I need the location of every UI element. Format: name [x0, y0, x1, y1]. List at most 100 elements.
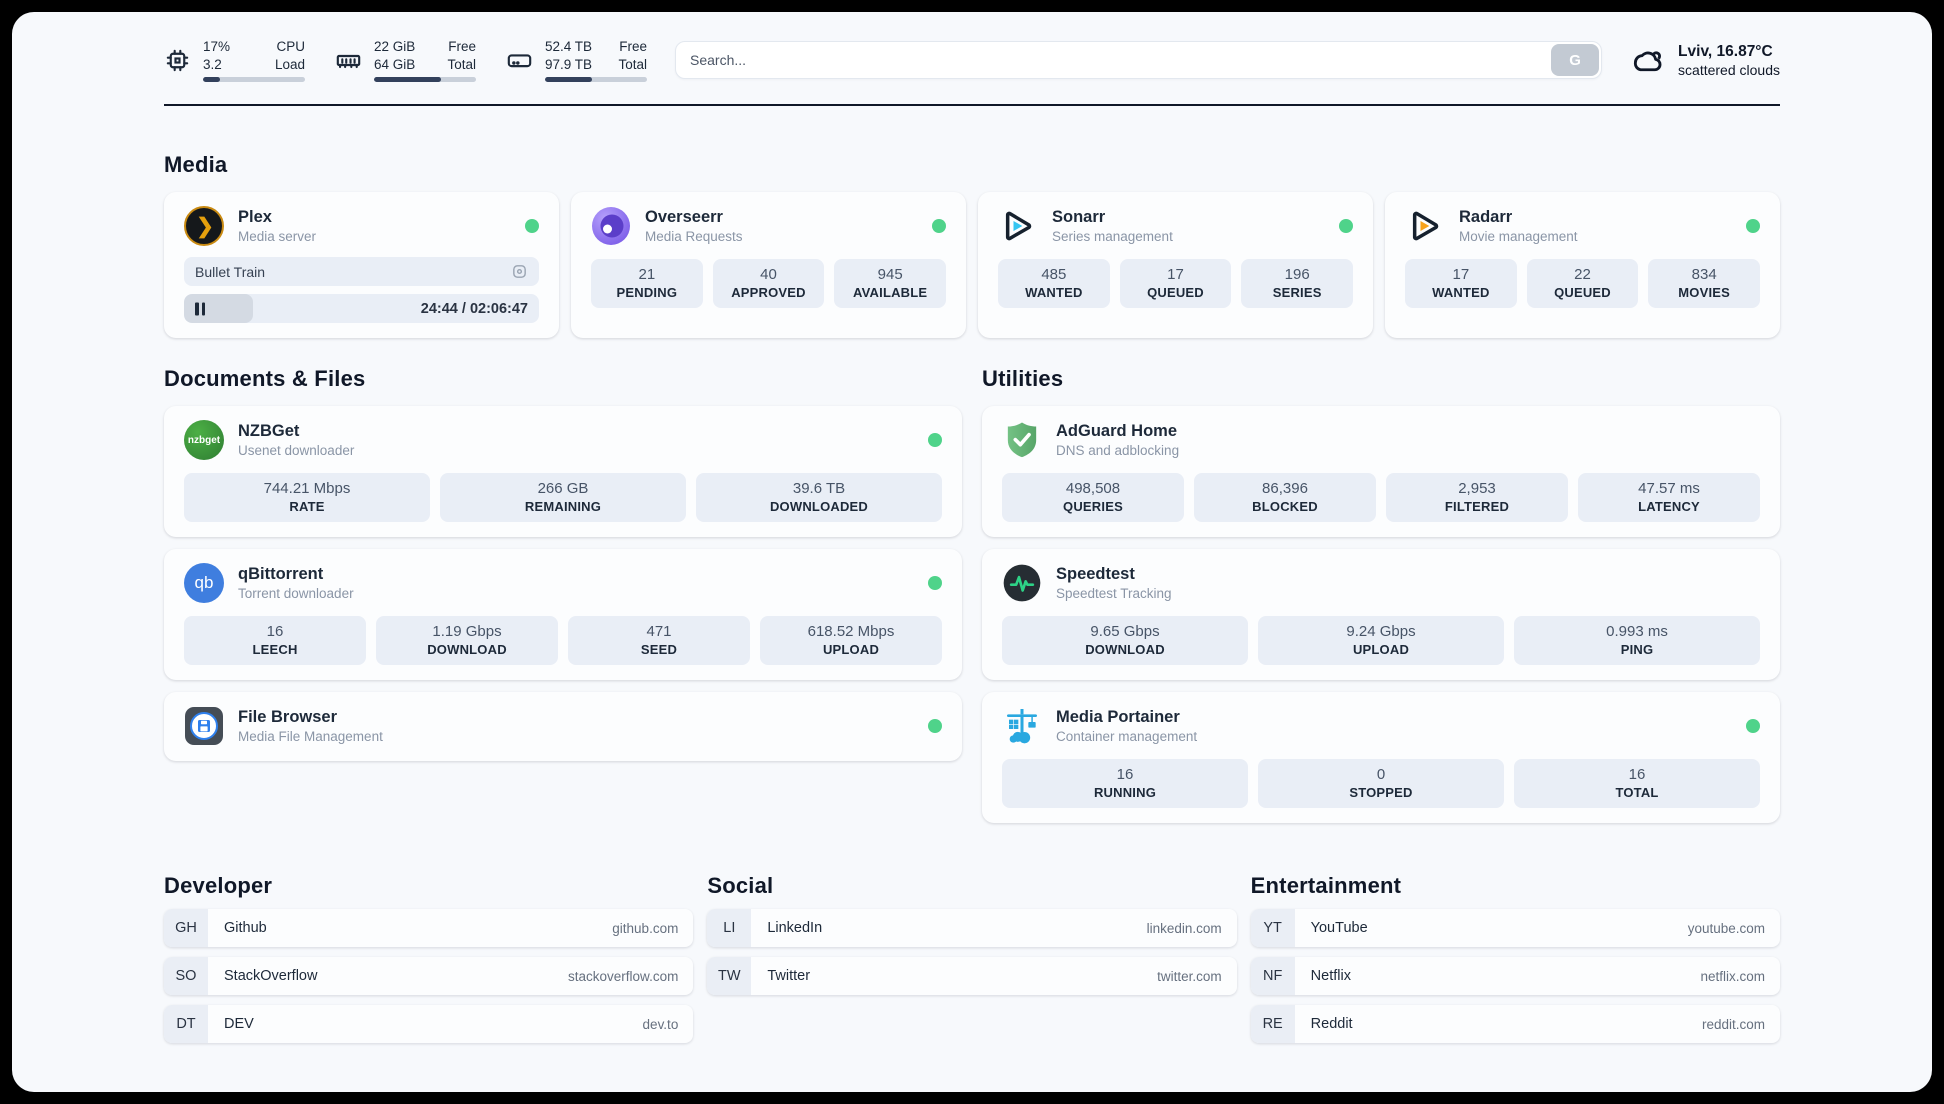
- app-card-filebrowser[interactable]: File Browser Media File Management: [164, 692, 962, 762]
- link-reddit[interactable]: RE Reddit reddit.com: [1250, 1005, 1780, 1044]
- app-card-portainer[interactable]: Media Portainer Container management 16 R…: [982, 692, 1780, 824]
- ram-icon: [336, 54, 361, 68]
- section-title-media: Media: [164, 152, 228, 178]
- disk-free-value: 52.4 TB: [545, 39, 593, 54]
- radarr-icon: [1405, 206, 1445, 246]
- disk-label-2: Total: [618, 56, 647, 72]
- app-subtitle-adguard: DNS and adblocking: [1056, 443, 1180, 459]
- link-name: Netflix: [1310, 968, 1351, 985]
- link-badge: DT: [164, 1005, 208, 1044]
- search-bar: G: [675, 41, 1603, 80]
- app-subtitle-sonarr: Series management: [1052, 229, 1173, 245]
- app-title-portainer: Media Portainer: [1056, 708, 1180, 727]
- stat-upload: 9.24 Gbps UPLOAD: [1258, 616, 1504, 666]
- section-title-utilities: Utilities: [982, 366, 1064, 392]
- app-card-qbittorrent[interactable]: qb qBittorrent Torrent downloader 16 LEEC…: [164, 549, 962, 681]
- stat-seed: 471 SEED: [568, 616, 750, 666]
- link-badge: RE: [1250, 1005, 1295, 1044]
- app-title-adguard: AdGuard Home: [1056, 422, 1178, 441]
- app-card-nzbget[interactable]: nzbget NZBGet Usenet downloader 744.21 M…: [164, 406, 962, 538]
- cpu-label-2: Load: [274, 56, 305, 72]
- link-group-developer: Developer GH Github github.com SO StackO…: [164, 873, 694, 1044]
- nzbget-icon: nzbget: [184, 420, 224, 461]
- ram-stat: 22 GiB 64 GiB Free Total: [335, 38, 476, 83]
- link-url: youtube.com: [1687, 920, 1765, 936]
- search-input[interactable]: [675, 41, 1603, 80]
- cpu-progress-bar: [203, 77, 305, 83]
- link-badge: LI: [707, 909, 752, 948]
- cpu-label-1: CPU: [276, 39, 305, 54]
- link-name: Github: [224, 920, 267, 937]
- qbittorrent-icon: qb: [184, 563, 224, 604]
- app-card-overseerr[interactable]: Overseerr Media Requests 21 PENDING 40 APP…: [571, 192, 966, 339]
- ram-progress-bar: [374, 77, 476, 83]
- app-card-adguard[interactable]: AdGuard Home DNS and adblocking 498,508 Q…: [982, 406, 1780, 538]
- stat-remaining: 266 GB REMAINING: [440, 473, 686, 523]
- section-title-entertainment: Entertainment: [1250, 873, 1402, 899]
- sonarr-icon: [998, 206, 1038, 246]
- app-card-speedtest[interactable]: Speedtest Speedtest Tracking 9.65 Gbps DO…: [982, 549, 1780, 681]
- link-youtube[interactable]: YT YouTube youtube.com: [1250, 909, 1780, 948]
- adguard-icon: [1002, 420, 1042, 460]
- app-title-filebrowser: File Browser: [238, 708, 338, 727]
- app-title-radarr: Radarr: [1459, 208, 1513, 227]
- cpu-percent: 17%: [203, 39, 231, 54]
- stat-rate: 744.21 Mbps RATE: [184, 473, 430, 523]
- app-card-plex[interactable]: ❯ Plex Media server Bullet Train 24:44 /…: [164, 192, 559, 339]
- link-name: YouTube: [1310, 920, 1368, 937]
- system-stats: 17% 3.2 CPU Load 22 GiB 64 GiB Free Tota…: [164, 38, 647, 83]
- stat-stopped: 0 STOPPED: [1258, 759, 1504, 809]
- app-subtitle-filebrowser: Media File Management: [238, 729, 383, 745]
- dashboard-page: 17% 3.2 CPU Load 22 GiB 64 GiB Free Tota…: [12, 12, 1932, 1092]
- link-group-social: Social LI LinkedIn linkedin.com TW Twitt…: [707, 873, 1237, 1043]
- now-playing-title: Bullet Train: [195, 263, 266, 280]
- session-screen-icon[interactable]: [511, 263, 528, 280]
- stat-filtered: 2,953 FILTERED: [1386, 473, 1568, 523]
- speedtest-icon: [1002, 563, 1042, 603]
- disk-progress-bar: [545, 77, 647, 83]
- app-title-plex: Plex: [238, 208, 272, 227]
- link-stackoverflow[interactable]: SO StackOverflow stackoverflow.com: [164, 957, 694, 996]
- stat-approved: 40 APPROVED: [712, 259, 825, 309]
- weather-widget[interactable]: Lviv, 16.87°C scattered clouds: [1630, 42, 1780, 78]
- header: 17% 3.2 CPU Load 22 GiB 64 GiB Free Tota…: [164, 38, 1780, 83]
- link-name: Twitter: [767, 968, 811, 985]
- filebrowser-icon: [184, 706, 224, 746]
- link-url: linkedin.com: [1146, 920, 1222, 936]
- app-card-sonarr[interactable]: Sonarr Series management 485 WANTED 17 QUE…: [978, 192, 1373, 339]
- app-subtitle-overseerr: Media Requests: [645, 229, 743, 245]
- link-netflix[interactable]: NF Netflix netflix.com: [1250, 957, 1780, 996]
- status-online-dot: [928, 576, 942, 591]
- header-divider: [164, 104, 1780, 107]
- weather-condition: scattered clouds: [1678, 61, 1780, 78]
- link-linkedin[interactable]: LI LinkedIn linkedin.com: [707, 909, 1237, 948]
- playback-progress-bar[interactable]: 24:44 / 02:06:47: [184, 294, 539, 324]
- pause-icon[interactable]: [195, 302, 205, 316]
- link-dev[interactable]: DT DEV dev.to: [164, 1005, 694, 1044]
- app-title-qbittorrent: qBittorrent: [238, 565, 324, 584]
- disk-total-value: 97.9 TB: [545, 56, 593, 72]
- status-online-dot: [928, 433, 942, 448]
- weather-location-temp: Lviv, 16.87°C: [1678, 42, 1773, 60]
- search-engine-button[interactable]: G: [1551, 44, 1600, 77]
- disk-label-1: Free: [619, 39, 647, 54]
- link-github[interactable]: GH Github github.com: [164, 909, 694, 948]
- status-online-dot: [525, 219, 539, 234]
- status-online-dot: [932, 219, 946, 234]
- stat-queued: 17 QUEUED: [1119, 259, 1232, 309]
- overseerr-icon: [591, 206, 631, 246]
- link-badge: NF: [1250, 957, 1295, 996]
- stat-running: 16 RUNNING: [1002, 759, 1248, 809]
- app-subtitle-speedtest: Speedtest Tracking: [1056, 586, 1172, 602]
- app-subtitle-portainer: Container management: [1056, 729, 1198, 745]
- stat-download: 9.65 Gbps DOWNLOAD: [1002, 616, 1248, 666]
- stat-queued: 22 QUEUED: [1526, 259, 1639, 309]
- link-url: twitter.com: [1157, 968, 1222, 984]
- status-online-dot: [928, 719, 942, 734]
- app-card-radarr[interactable]: Radarr Movie management 17 WANTED 22 QUEUE…: [1385, 192, 1780, 339]
- link-name: Reddit: [1310, 1016, 1353, 1033]
- link-twitter[interactable]: TW Twitter twitter.com: [707, 957, 1237, 996]
- app-title-speedtest: Speedtest: [1056, 565, 1135, 584]
- link-name: StackOverflow: [224, 968, 318, 985]
- link-url: stackoverflow.com: [568, 968, 679, 984]
